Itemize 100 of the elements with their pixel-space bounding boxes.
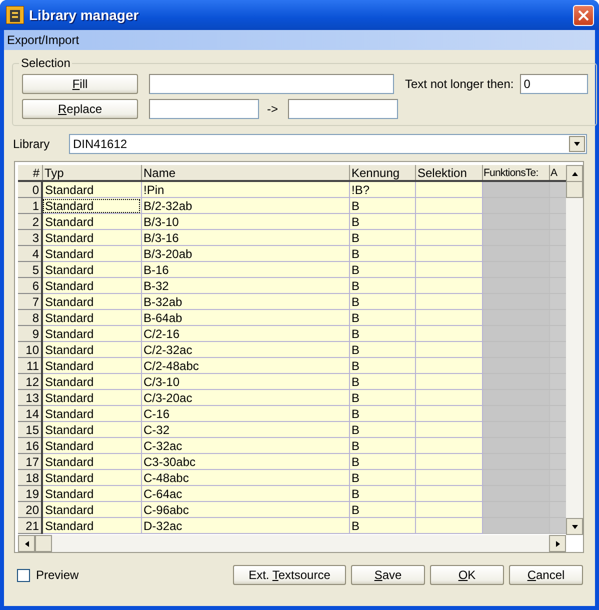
- table-cell[interactable]: B: [349, 262, 415, 278]
- table-cell[interactable]: C-96abc: [141, 502, 349, 518]
- table-cell[interactable]: B/2-32ab: [141, 198, 349, 214]
- table-cell[interactable]: Standard: [42, 198, 141, 214]
- replace-text-field[interactable]: [288, 99, 398, 119]
- table-cell[interactable]: Standard: [42, 278, 141, 294]
- column-header[interactable]: FunktionsTe:: [482, 165, 549, 181]
- table-cell[interactable]: [415, 181, 482, 198]
- table-cell[interactable]: [415, 406, 482, 422]
- table-cell[interactable]: [415, 358, 482, 374]
- find-text-field[interactable]: [149, 99, 259, 119]
- table-cell[interactable]: Standard: [42, 438, 141, 454]
- column-header[interactable]: #: [18, 165, 42, 181]
- max-length-field[interactable]: 0: [520, 74, 588, 94]
- table-cell[interactable]: C3-30abc: [141, 454, 349, 470]
- table-cell[interactable]: Standard: [42, 246, 141, 262]
- table-cell[interactable]: B: [349, 326, 415, 342]
- table-cell[interactable]: B: [349, 214, 415, 230]
- table-cell[interactable]: Standard: [42, 406, 141, 422]
- scroll-down-button[interactable]: [566, 518, 583, 535]
- table-cell[interactable]: B-32ab: [141, 294, 349, 310]
- table-cell[interactable]: Standard: [42, 326, 141, 342]
- preview-checkbox[interactable]: [17, 568, 30, 582]
- table-cell[interactable]: C/2-48abc: [141, 358, 349, 374]
- table-cell[interactable]: [415, 438, 482, 454]
- table-cell[interactable]: B: [349, 422, 415, 438]
- table-cell[interactable]: [415, 326, 482, 342]
- dialog-button[interactable]: OK: [430, 565, 504, 585]
- table-cell[interactable]: B: [349, 470, 415, 486]
- table-cell[interactable]: [415, 390, 482, 406]
- table-cell[interactable]: C/2-32ac: [141, 342, 349, 358]
- table-cell[interactable]: B/3-16: [141, 230, 349, 246]
- table-cell[interactable]: Standard: [42, 486, 141, 502]
- table-cell[interactable]: [415, 294, 482, 310]
- table-cell[interactable]: Standard: [42, 262, 141, 278]
- table-cell[interactable]: C/2-16: [141, 326, 349, 342]
- table-cell[interactable]: B: [349, 310, 415, 326]
- table-cell[interactable]: B: [349, 390, 415, 406]
- table-cell[interactable]: B: [349, 294, 415, 310]
- table-cell[interactable]: Standard: [42, 422, 141, 438]
- table-cell[interactable]: B: [349, 374, 415, 390]
- table-cell[interactable]: [415, 486, 482, 502]
- table-cell[interactable]: B: [349, 438, 415, 454]
- table-cell[interactable]: B: [349, 486, 415, 502]
- table-cell[interactable]: B: [349, 342, 415, 358]
- table-cell[interactable]: C/3-10: [141, 374, 349, 390]
- table-cell[interactable]: [415, 342, 482, 358]
- table-cell[interactable]: Standard: [42, 374, 141, 390]
- table-cell[interactable]: B: [349, 454, 415, 470]
- table-cell[interactable]: B: [349, 246, 415, 262]
- table-cell[interactable]: Standard: [42, 358, 141, 374]
- table-cell[interactable]: Standard: [42, 181, 141, 198]
- fill-button[interactable]: Fill: [22, 74, 138, 94]
- table-cell[interactable]: [415, 470, 482, 486]
- library-dropdown[interactable]: DIN41612: [69, 134, 587, 154]
- table-cell[interactable]: [415, 230, 482, 246]
- menu-item[interactable]: Export/Import: [6, 33, 80, 47]
- dialog-button[interactable]: Cancel: [509, 565, 583, 585]
- table-cell[interactable]: Standard: [42, 230, 141, 246]
- table-cell[interactable]: C-64ac: [141, 486, 349, 502]
- column-header[interactable]: Kennung: [349, 165, 415, 181]
- table-cell[interactable]: B/3-10: [141, 214, 349, 230]
- vertical-scrollbar[interactable]: [566, 165, 583, 535]
- table-cell[interactable]: [415, 246, 482, 262]
- table-cell[interactable]: Standard: [42, 454, 141, 470]
- replace-button[interactable]: Replace: [22, 99, 138, 119]
- table-cell[interactable]: Standard: [42, 502, 141, 518]
- table-cell[interactable]: Standard: [42, 342, 141, 358]
- table-cell[interactable]: !B?: [349, 181, 415, 198]
- table-cell[interactable]: B: [349, 358, 415, 374]
- table-cell[interactable]: [415, 422, 482, 438]
- table-cell[interactable]: Standard: [42, 310, 141, 326]
- scroll-thumb[interactable]: [566, 181, 583, 198]
- scroll-left-button[interactable]: [18, 535, 35, 552]
- fill-text-field[interactable]: [149, 74, 394, 94]
- horizontal-scrollbar[interactable]: [18, 535, 566, 552]
- column-header[interactable]: A: [549, 165, 566, 181]
- table-cell[interactable]: Standard: [42, 214, 141, 230]
- table-cell[interactable]: Standard: [42, 294, 141, 310]
- table-cell[interactable]: B-16: [141, 262, 349, 278]
- table-cell[interactable]: Standard: [42, 390, 141, 406]
- table-cell[interactable]: D-32ac: [141, 518, 349, 534]
- table-cell[interactable]: C-48abc: [141, 470, 349, 486]
- column-header[interactable]: Name: [141, 165, 349, 181]
- table-cell[interactable]: C-32ac: [141, 438, 349, 454]
- table-cell[interactable]: !Pin: [141, 181, 349, 198]
- table-cell[interactable]: B: [349, 518, 415, 534]
- table-cell[interactable]: [415, 502, 482, 518]
- table-cell[interactable]: B-32: [141, 278, 349, 294]
- scroll-up-button[interactable]: [566, 165, 583, 182]
- column-header[interactable]: Selektion: [415, 165, 482, 181]
- table-cell[interactable]: [415, 198, 482, 214]
- table-cell[interactable]: B/3-20ab: [141, 246, 349, 262]
- table-cell[interactable]: [415, 310, 482, 326]
- table-cell[interactable]: B: [349, 230, 415, 246]
- table-cell[interactable]: C/3-20ac: [141, 390, 349, 406]
- table-cell[interactable]: B-64ab: [141, 310, 349, 326]
- close-button[interactable]: [573, 4, 594, 26]
- table-cell[interactable]: B: [349, 502, 415, 518]
- table-cell[interactable]: [415, 262, 482, 278]
